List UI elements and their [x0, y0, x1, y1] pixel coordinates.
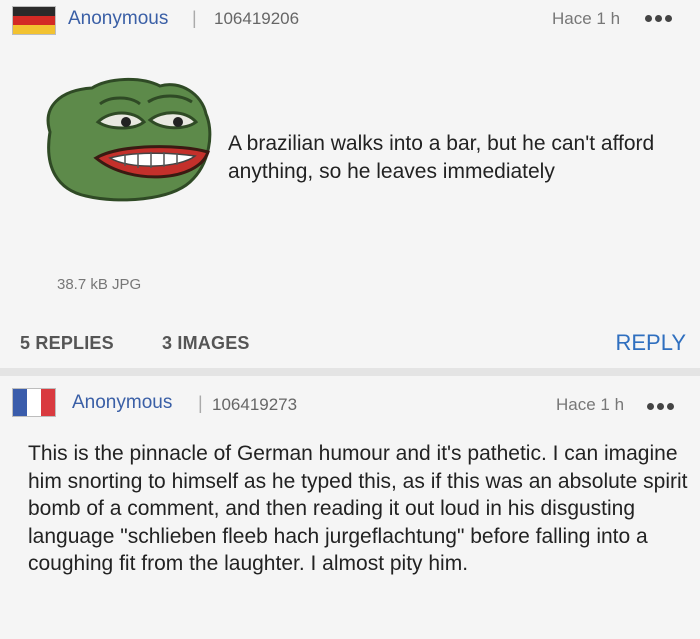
reply-author-name[interactable]: Anonymous [72, 392, 172, 414]
more-dots-icon[interactable] [647, 403, 674, 410]
reply-post-id[interactable]: 106419273 [212, 395, 297, 415]
reply-timestamp: Hace 1 h [556, 395, 625, 414]
op-timestamp: Hace 1 h [552, 9, 621, 28]
more-dots-icon[interactable] [645, 15, 672, 22]
op-file-info: 38.7 kB JPG [57, 276, 142, 293]
op-comment-text: A brazilian walks into a bar, but he can… [228, 132, 655, 183]
reply-button[interactable]: REPLY [615, 330, 686, 356]
france-flag-icon [12, 388, 56, 417]
reply-header-separator: | [198, 393, 203, 413]
replies-count-button[interactable]: 5 REPLIES [20, 333, 114, 354]
germany-flag-icon [12, 6, 56, 35]
op-author-name[interactable]: Anonymous [68, 8, 168, 30]
op-post-id[interactable]: 106419206 [214, 9, 299, 29]
images-count-button[interactable]: 3 IMAGES [162, 333, 250, 354]
pepe-image-thumbnail[interactable] [30, 72, 215, 207]
op-header-separator: | [192, 8, 197, 28]
op-post: Anonymous | 106419206 Hace 1 h A brazili… [0, 0, 700, 368]
post-divider [0, 368, 700, 376]
reply-comment-text: This is the pinnacle of German humour an… [28, 442, 688, 575]
